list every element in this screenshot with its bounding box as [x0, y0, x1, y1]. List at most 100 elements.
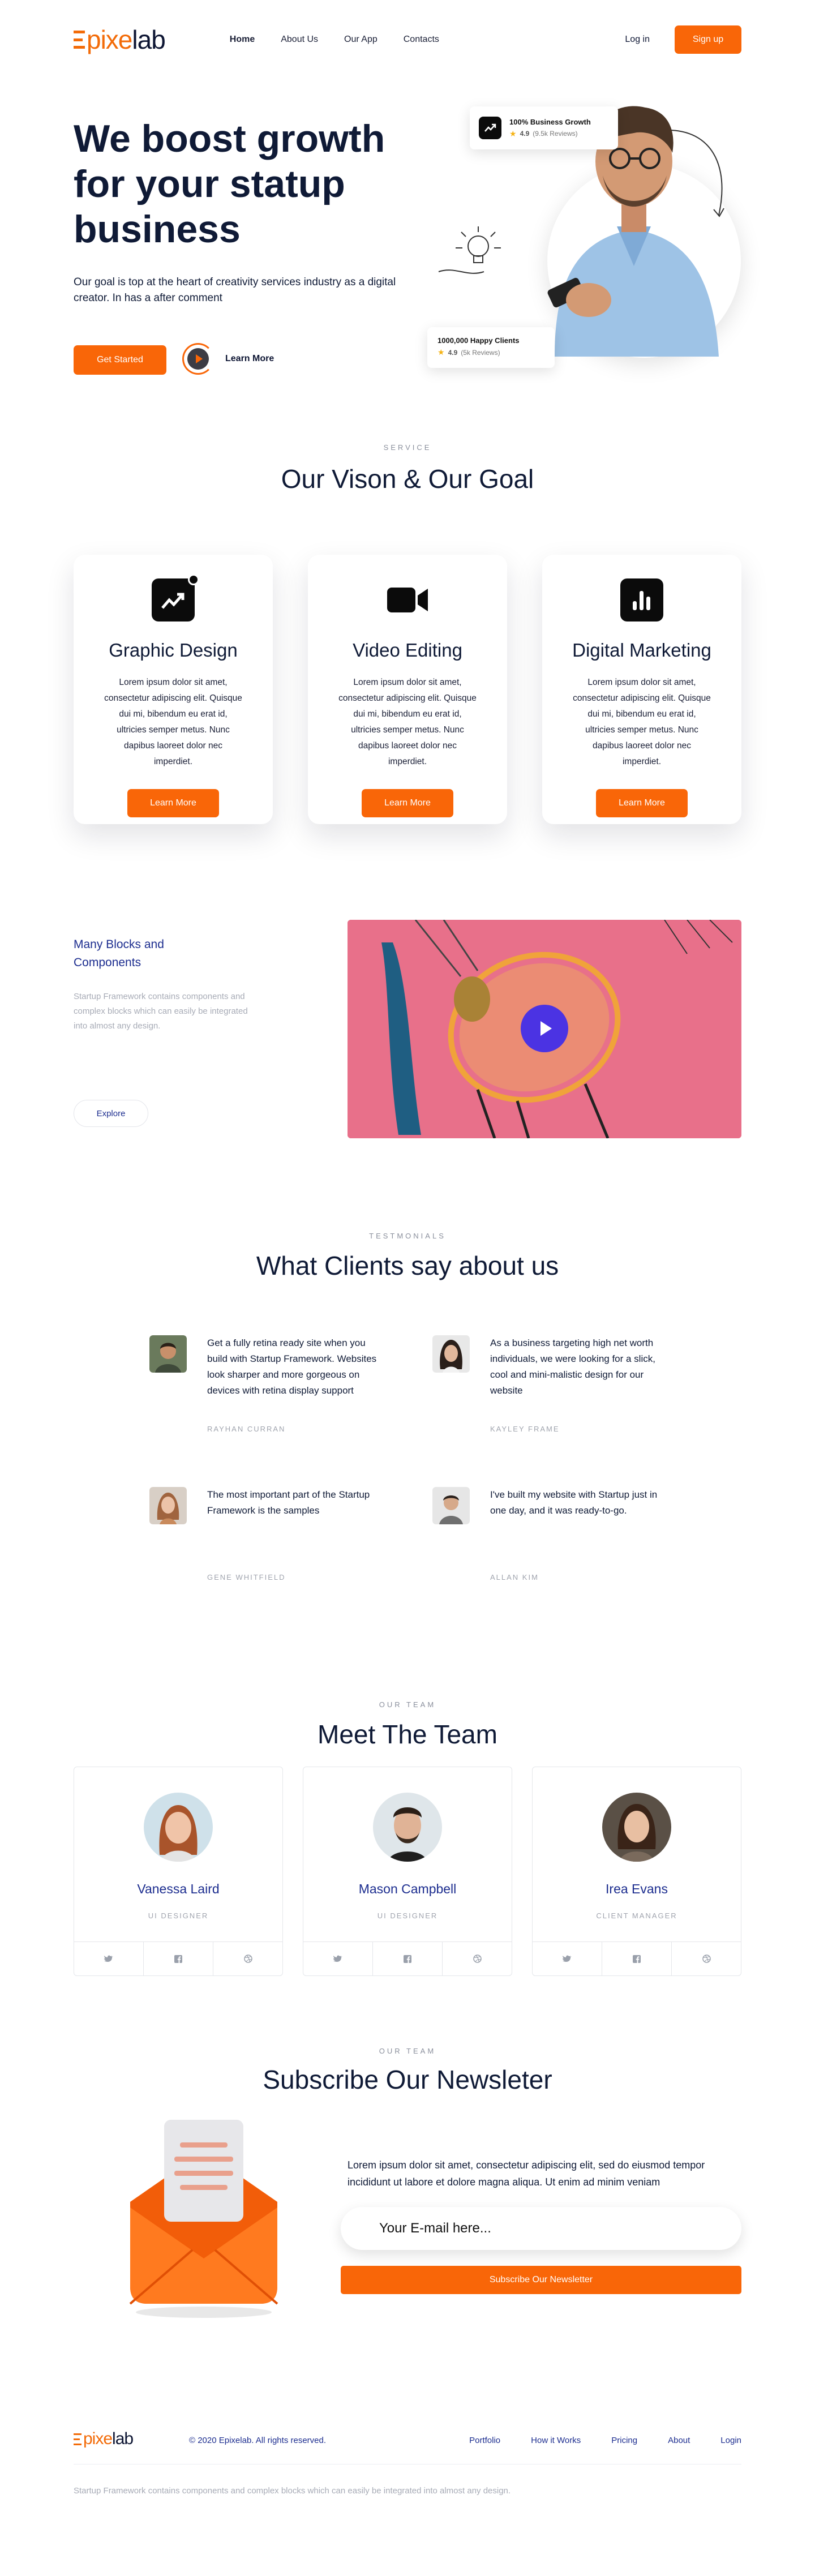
twitter-icon[interactable]: [303, 1942, 373, 1975]
testimonial-name: RAYHAN CURRAN: [207, 1425, 286, 1433]
avatar: [149, 1487, 187, 1524]
footer-logo[interactable]: pixe lab: [74, 2429, 134, 2449]
growth-stat-card: 100% Business Growth ★ 4.9 (9.5k Reviews): [470, 106, 618, 149]
footer-link-how-it-works[interactable]: How it Works: [531, 2436, 581, 2445]
service-title: Video Editing: [353, 640, 462, 661]
footer-link-pricing[interactable]: Pricing: [611, 2436, 637, 2445]
team-member-card: Mason Campbell UI DESIGNER: [303, 1767, 512, 1976]
team-member-card: Vanessa Laird UI DESIGNER: [74, 1767, 283, 1976]
hero-section: We boost growth for your statup business…: [74, 79, 741, 422]
nav-actions: Log in Sign up: [625, 25, 741, 54]
email-input[interactable]: [341, 2207, 741, 2250]
hero-title: We boost growth for your statup business: [74, 117, 385, 251]
hero-lead: Our goal is top at the heart of creativi…: [74, 276, 396, 304]
top-navbar: pixe lab Home About Us Our App Contacts L…: [74, 0, 741, 79]
footer-link-about[interactable]: About: [668, 2436, 690, 2445]
avatar: [149, 1335, 187, 1373]
video-play-button[interactable]: [521, 1005, 568, 1052]
services-section: SERVICE Our Vison & Our Goal Graphic Des…: [74, 422, 741, 920]
hero-illustration: 100% Business Growth ★ 4.9 (9.5k Reviews) …: [371, 79, 741, 422]
footer: pixe lab © 2020 Epixelab. All rights rese…: [74, 2427, 741, 2576]
service-text: Lorem ipsum dolor sit amet, consectetur …: [338, 678, 477, 766]
logo-e-mark: [74, 31, 85, 49]
twitter-icon[interactable]: [74, 1942, 144, 1975]
service-learn-more-button[interactable]: Learn More: [362, 789, 453, 817]
newsletter-text: Lorem ipsum dolor sit amet, consectetur …: [348, 2159, 705, 2188]
star-icon: ★: [437, 348, 445, 357]
menu-item-app[interactable]: Our App: [344, 35, 378, 45]
login-link[interactable]: Log in: [625, 35, 650, 45]
star-icon: ★: [509, 128, 517, 138]
newsletter-kicker: OUR TEAM: [379, 2047, 436, 2055]
testimonial-quote: As a business targeting high net worth i…: [490, 1338, 655, 1396]
subscribe-button[interactable]: Subscribe Our Newsletter: [341, 2266, 741, 2294]
facebook-icon[interactable]: [144, 1942, 213, 1975]
avatar: [144, 1793, 213, 1862]
member-socials: [74, 1941, 282, 1975]
team-kicker: OUR TEAM: [379, 1700, 436, 1709]
service-title: Digital Marketing: [572, 640, 711, 661]
get-started-button[interactable]: Get Started: [74, 345, 166, 375]
testimonials-title: What Clients say about us: [256, 1251, 559, 1280]
service-card-digital-marketing: Digital Marketing Lorem ipsum dolor sit …: [542, 555, 741, 824]
avatar: [432, 1335, 470, 1373]
copyright: © 2020 Epixelab. All rights reserved.: [189, 2436, 327, 2445]
newsletter-section: OUR TEAM Subscribe Our Newsleter Lorem i…: [74, 2025, 741, 2427]
footer-links: Portfolio How it Works Pricing About Log…: [469, 2436, 741, 2445]
video-thumbnail[interactable]: [348, 920, 741, 1138]
member-socials: [303, 1941, 512, 1975]
service-learn-more-button[interactable]: Learn More: [127, 789, 219, 817]
blocks-title: Many Blocks and Components: [74, 938, 164, 969]
testimonials-section: TESTMONIALS What Clients say about us Ge…: [74, 1210, 741, 1679]
growth-chart-icon: [479, 117, 501, 139]
member-socials: [533, 1941, 741, 1975]
testimonial-name: ALLAN KIM: [490, 1573, 539, 1581]
team-title: Meet The Team: [318, 1720, 497, 1749]
testimonial-quote: The most important part of the Startup F…: [207, 1489, 370, 1516]
learn-more-link[interactable]: Learn More: [182, 343, 274, 375]
testimonial-name: KAYLEY FRAME: [490, 1425, 560, 1433]
footer-link-login[interactable]: Login: [720, 2436, 741, 2445]
footer-note: Startup Framework contains components an…: [74, 2486, 511, 2496]
menu-item-home[interactable]: Home: [230, 35, 255, 45]
signup-button[interactable]: Sign up: [675, 25, 741, 54]
clients-card-title: 1000,000 Happy Clients: [437, 336, 520, 345]
facebook-icon[interactable]: [373, 1942, 443, 1975]
newsletter-title: Subscribe Our Newsleter: [263, 2065, 552, 2094]
dribbble-icon[interactable]: [672, 1942, 741, 1975]
service-learn-more-button[interactable]: Learn More: [596, 789, 688, 817]
avatar: [373, 1793, 442, 1862]
menu-item-contacts[interactable]: Contacts: [404, 35, 439, 45]
play-ring-icon: [182, 343, 214, 375]
play-icon: [187, 348, 209, 370]
blocks-section: Many Blocks and Components Startup Frame…: [74, 920, 741, 1210]
logo-text-right: lab: [112, 2429, 134, 2448]
footer-link-portfolio[interactable]: Portfolio: [469, 2436, 500, 2445]
explore-button[interactable]: Explore: [74, 1100, 148, 1127]
dribbble-icon[interactable]: [213, 1942, 282, 1975]
menu-item-about[interactable]: About Us: [281, 35, 318, 45]
logo-e-mark: [74, 2433, 82, 2445]
growth-card-title: 100% Business Growth: [509, 117, 591, 126]
growth-card-reviews: (9.5k Reviews): [533, 130, 578, 138]
service-text: Lorem ipsum dolor sit amet, consectetur …: [573, 678, 711, 766]
member-role: UI DESIGNER: [377, 1911, 438, 1920]
member-name: Mason Campbell: [358, 1881, 457, 1896]
dribbble-icon[interactable]: [443, 1942, 512, 1975]
clients-card-rating: 4.9: [448, 348, 458, 357]
logo-text-left: pixe: [87, 25, 132, 54]
member-name: Vanessa Laird: [137, 1881, 220, 1896]
logo[interactable]: pixe lab: [74, 24, 166, 55]
avatar: [432, 1487, 470, 1524]
growth-chart-icon: [152, 574, 199, 622]
twitter-icon[interactable]: [533, 1942, 602, 1975]
facebook-icon[interactable]: [602, 1942, 672, 1975]
testimonial-quote: Get a fully retina ready site when you b…: [207, 1338, 377, 1396]
service-card-video-editing: Video Editing Lorem ipsum dolor sit amet…: [308, 555, 507, 824]
avatar: [602, 1793, 671, 1862]
services-title: Our Vison & Our Goal: [281, 464, 534, 494]
member-role: UI DESIGNER: [148, 1911, 209, 1920]
blocks-text: Startup Framework contains components an…: [74, 992, 248, 1031]
growth-card-rating: 4.9: [520, 130, 530, 138]
member-name: Irea Evans: [606, 1881, 668, 1896]
